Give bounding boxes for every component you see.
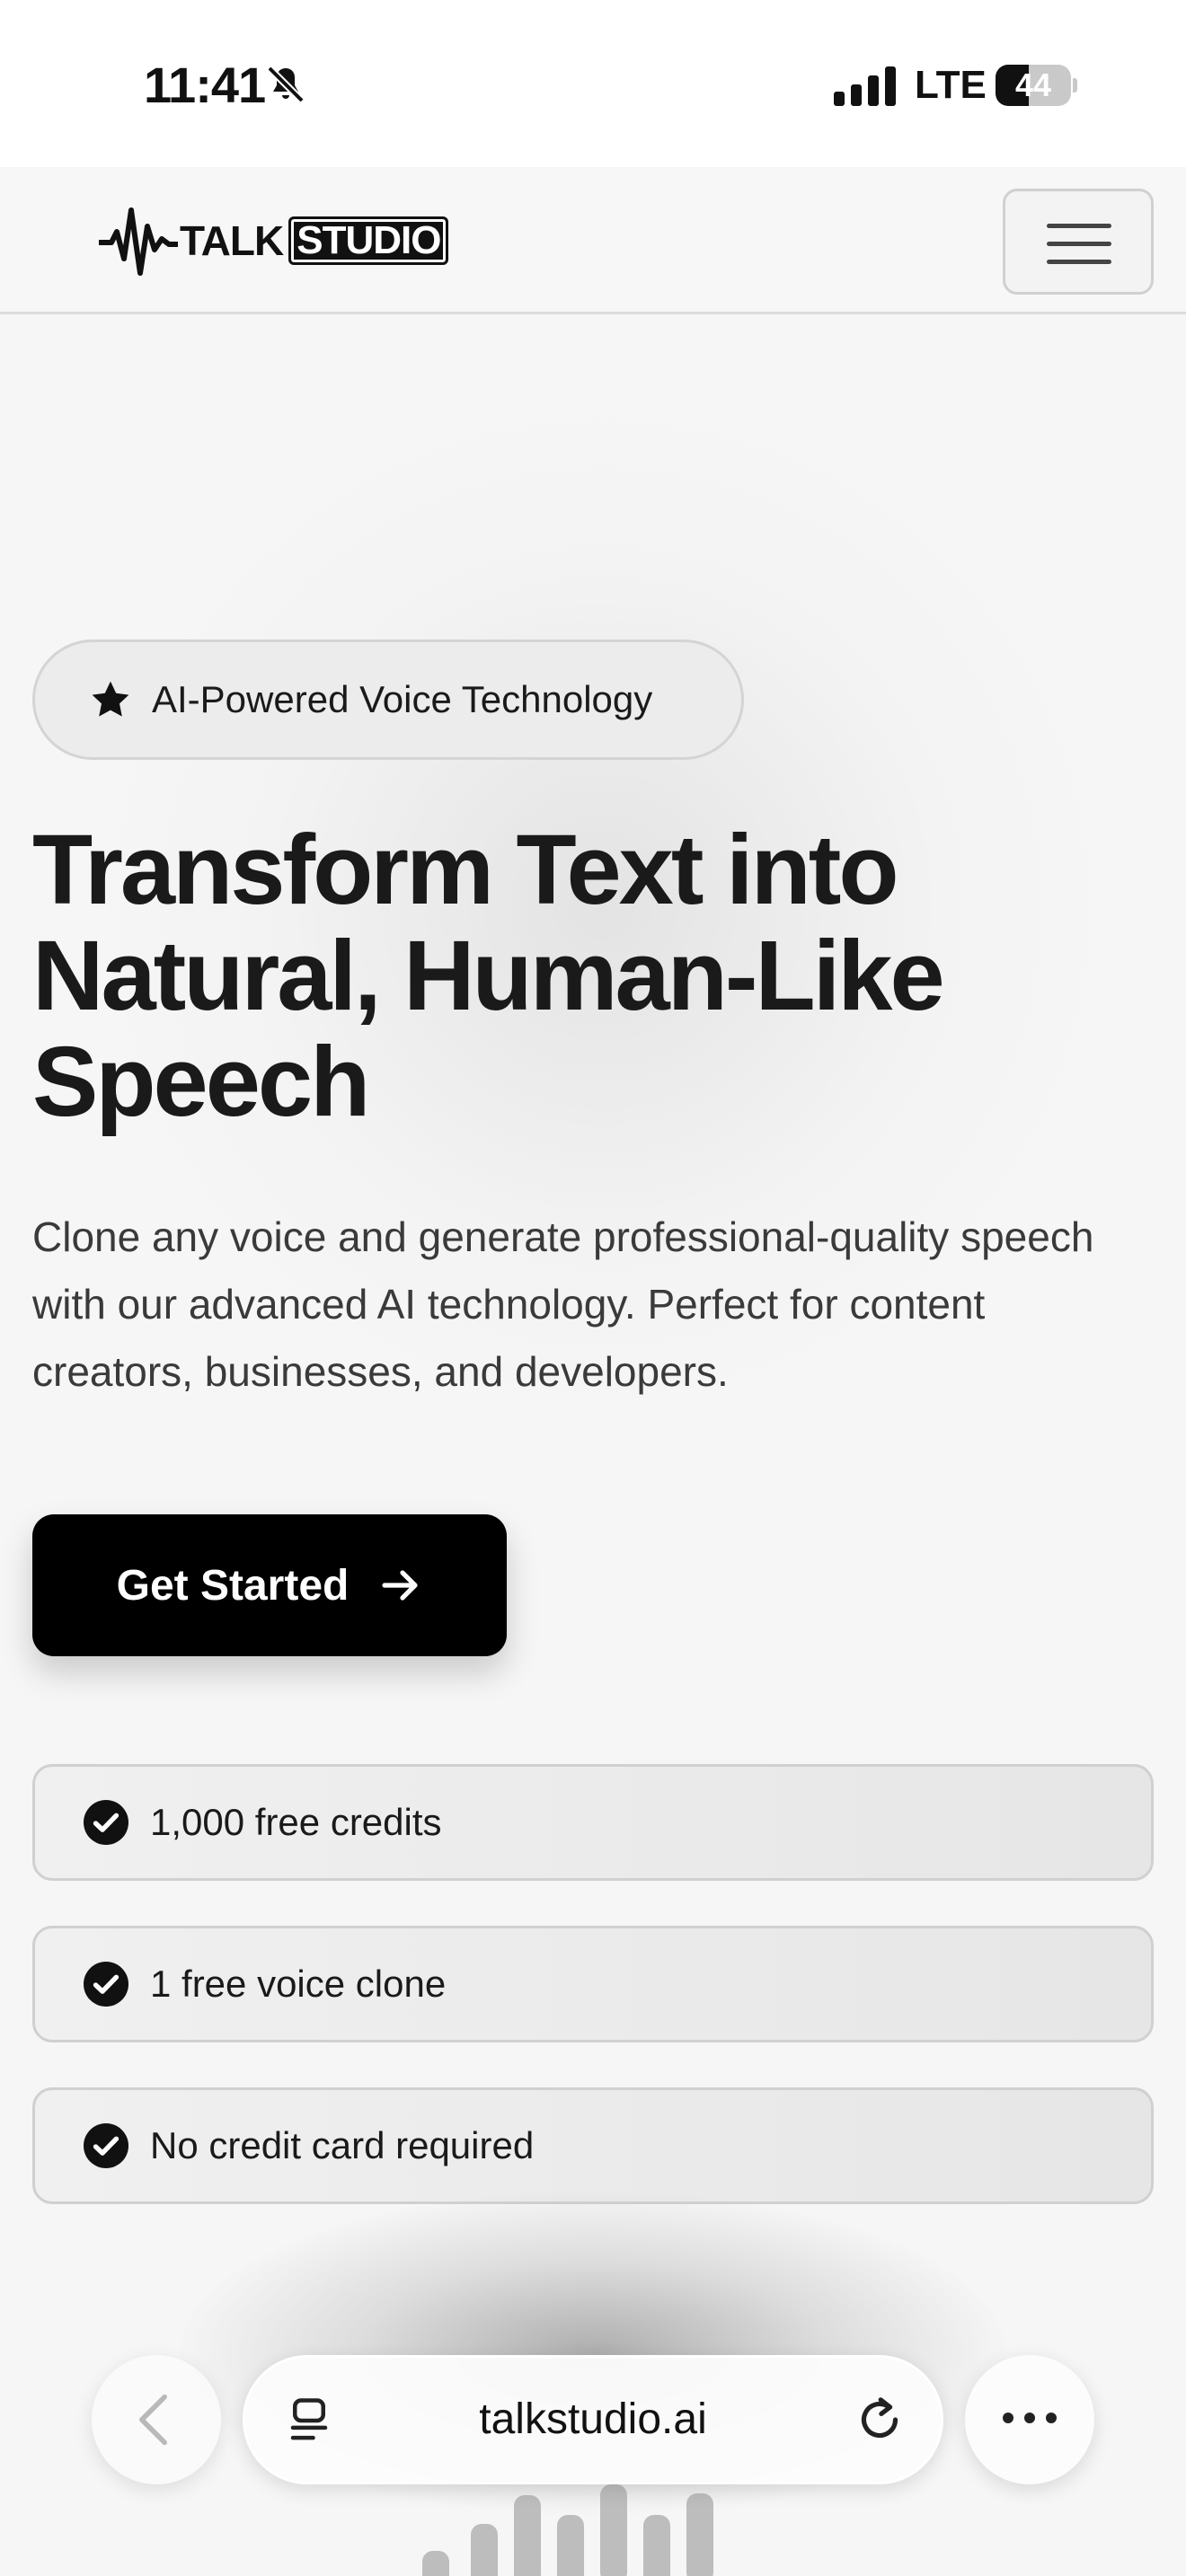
logo-talk-text: TALK xyxy=(180,217,284,264)
signal-bars-icon xyxy=(834,66,896,106)
menu-button[interactable] xyxy=(1003,189,1154,295)
arrow-right-icon xyxy=(382,1570,418,1601)
back-button[interactable] xyxy=(92,2355,221,2484)
feature-label: 1 free voice clone xyxy=(150,1963,447,2005)
status-bar: 11:41 LTE 44 xyxy=(0,0,1186,167)
site-header: TALK STUDIO xyxy=(0,167,1186,314)
battery-body: 44 xyxy=(996,65,1071,106)
status-time: 11:41 xyxy=(144,57,266,113)
address-bar[interactable]: talkstudio.ai xyxy=(243,2355,943,2484)
hero-badge: AI-Powered Voice Technology xyxy=(32,640,744,760)
hero-title: Transform Text into Natural, Human-Like … xyxy=(32,815,945,1137)
get-started-button[interactable]: Get Started xyxy=(32,1514,507,1656)
hero-badge-label: AI-Powered Voice Technology xyxy=(152,678,653,720)
check-circle-icon xyxy=(84,1962,128,2007)
battery-indicator: 44 xyxy=(996,65,1077,106)
waveform-icon xyxy=(99,207,178,276)
star-icon xyxy=(92,681,129,717)
talkstudio-logo[interactable]: TALK STUDIO xyxy=(99,205,449,277)
url-text[interactable]: talkstudio.ai xyxy=(245,2358,941,2482)
network-type: LTE xyxy=(915,63,987,107)
feature-label: No credit card required xyxy=(150,2124,535,2166)
bell-slash-icon xyxy=(267,66,305,103)
feature-label: 1,000 free credits xyxy=(150,1801,442,1843)
audio-bars-decoration xyxy=(422,2484,713,2576)
check-circle-icon xyxy=(84,1800,128,1845)
feature-item: 1 free voice clone xyxy=(32,1926,1154,2042)
more-options-button[interactable] xyxy=(965,2355,1094,2484)
get-started-label: Get Started xyxy=(116,1561,350,1610)
hamburger-icon xyxy=(1047,224,1111,228)
logo-studio-text: STUDIO xyxy=(288,216,449,265)
battery-tip xyxy=(1073,78,1077,93)
ellipsis-icon xyxy=(1003,2413,1057,2423)
feature-item: 1,000 free credits xyxy=(32,1764,1154,1881)
hamburger-icon-bar xyxy=(1047,242,1111,246)
hero-subtitle: Clone any voice and generate professiona… xyxy=(32,1213,1094,1395)
chevron-left-icon xyxy=(139,2394,167,2446)
battery-percent: 44 xyxy=(1014,66,1052,103)
feature-item: No credit card required xyxy=(32,2087,1154,2204)
hamburger-icon-bar xyxy=(1047,260,1111,264)
reload-icon[interactable] xyxy=(854,2394,905,2446)
check-circle-icon xyxy=(84,2123,128,2168)
